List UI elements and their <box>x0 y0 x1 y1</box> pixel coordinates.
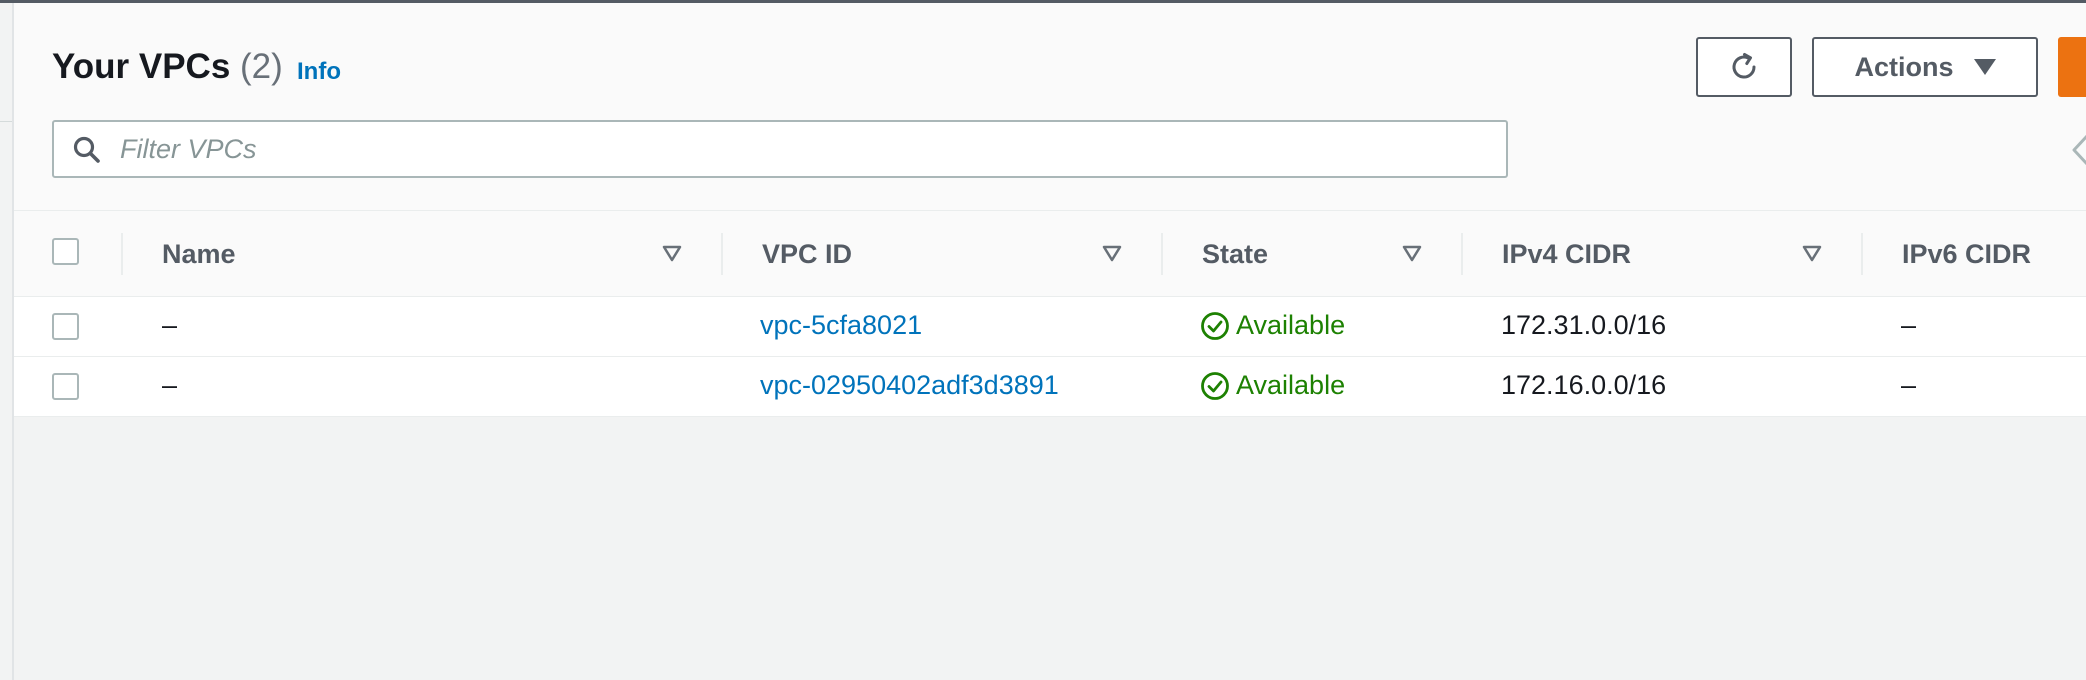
select-all-checkbox[interactable] <box>52 238 79 265</box>
vpc-state: Available <box>1236 370 1346 400</box>
check-circle-icon <box>1201 371 1229 400</box>
refresh-icon <box>1732 53 1756 79</box>
filter-vpcs-input[interactable] <box>120 122 1490 176</box>
chevron-left-icon[interactable] <box>2070 133 2086 167</box>
vpc-ipv4-cidr: 172.31.0.0/16 <box>1501 310 1667 340</box>
status-badge: Available <box>1200 310 1345 341</box>
panel-header: Your VPCs (2) Info Actions <box>14 3 2086 211</box>
sort-icon[interactable] <box>1802 245 1822 262</box>
filter-vpcs-field[interactable] <box>52 120 1508 178</box>
check-circle-icon <box>1201 311 1229 340</box>
sort-icon[interactable] <box>662 245 682 262</box>
column-header-name[interactable]: Name <box>162 239 236 270</box>
search-icon <box>73 136 100 163</box>
vpc-ipv6-cidr: – <box>1901 310 1917 340</box>
column-header-ipv6-cidr[interactable]: IPv6 CIDR <box>1902 239 2031 270</box>
column-divider[interactable] <box>721 233 723 275</box>
page-title-text: Your VPCs <box>52 47 231 86</box>
table-row[interactable]: – vpc-5cfa8021 Available 172.31.0.0/16 – <box>14 297 2086 357</box>
actions-button[interactable]: Actions <box>1812 37 2038 97</box>
vpc-count: (2) <box>240 47 283 86</box>
table-row[interactable]: – vpc-02950402adf3d3891 Available 172.16… <box>14 357 2086 417</box>
left-divider-stub <box>0 121 12 122</box>
column-header-ipv4-cidr[interactable]: IPv4 CIDR <box>1502 239 1631 270</box>
sort-icon[interactable] <box>1102 245 1122 262</box>
page-title: Your VPCs (2) <box>52 47 283 87</box>
vpc-id-link[interactable]: vpc-5cfa8021 <box>760 310 922 341</box>
column-header-state[interactable]: State <box>1202 239 1268 270</box>
vpcs-table: Name VPC ID State IPv4 CIDR IPv6 CIDR – … <box>14 211 2086 417</box>
vpc-state: Available <box>1236 310 1346 340</box>
caret-down-icon <box>1973 59 1996 75</box>
column-header-vpc-id[interactable]: VPC ID <box>762 239 852 270</box>
create-vpc-button[interactable] <box>2058 37 2086 97</box>
column-divider[interactable] <box>1461 233 1463 275</box>
column-divider[interactable] <box>1861 233 1863 275</box>
vpc-list-frame: Your VPCs (2) Info Actions Filter VPCs N… <box>0 0 2086 680</box>
column-divider[interactable] <box>1161 233 1163 275</box>
vpcs-panel: Your VPCs (2) Info Actions Filter VPCs N… <box>14 3 2086 680</box>
sort-icon[interactable] <box>1402 245 1422 262</box>
status-badge: Available <box>1200 370 1345 401</box>
actions-label: Actions <box>1854 51 1954 82</box>
vpc-ipv6-cidr: – <box>1901 370 1917 400</box>
info-link[interactable]: Info <box>297 58 341 86</box>
vpc-ipv4-cidr: 172.16.0.0/16 <box>1501 370 1667 400</box>
row-checkbox[interactable] <box>52 313 79 340</box>
column-divider[interactable] <box>121 233 123 275</box>
vpc-name: – <box>162 370 178 400</box>
vpc-id-link[interactable]: vpc-02950402adf3d3891 <box>760 370 1059 401</box>
table-header-row: Name VPC ID State IPv4 CIDR IPv6 CIDR <box>14 211 2086 297</box>
refresh-button[interactable] <box>1696 37 1792 97</box>
row-checkbox[interactable] <box>52 373 79 400</box>
vpc-name: – <box>162 310 178 340</box>
